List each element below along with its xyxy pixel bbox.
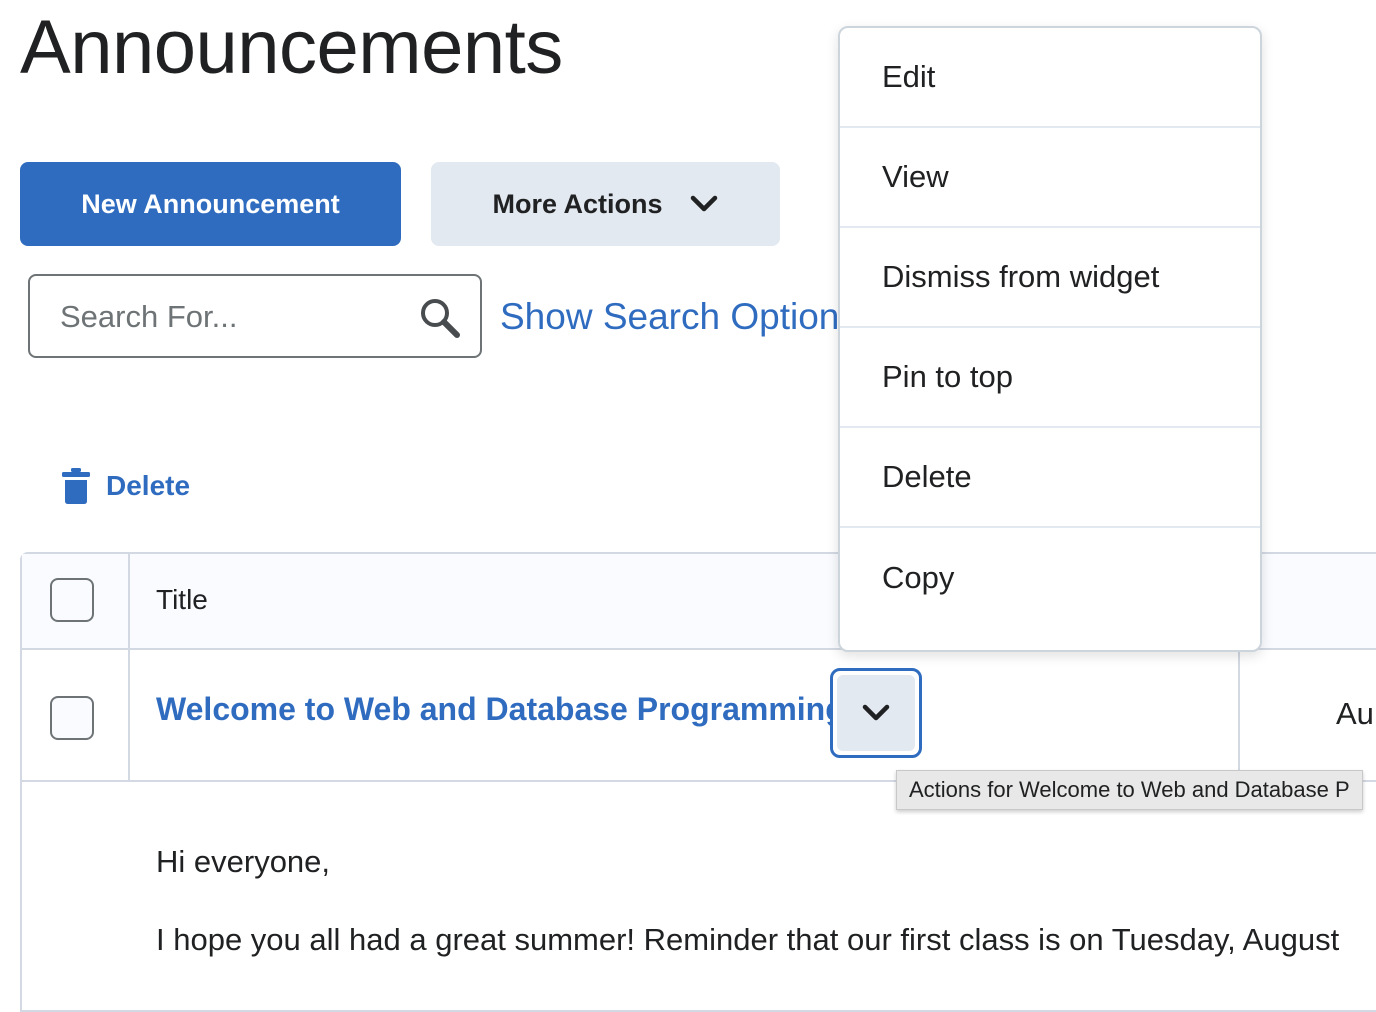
menu-item-pin-to-top[interactable]: Pin to top [840, 328, 1260, 428]
announcement-body-line: I hope you all had a great summer! Remin… [156, 922, 1340, 957]
menu-item-edit[interactable]: Edit [840, 28, 1260, 128]
announcement-date: Au [1336, 696, 1374, 731]
announcement-actions-button[interactable] [830, 668, 922, 758]
actions-tooltip: Actions for Welcome to Web and Database … [896, 770, 1363, 810]
more-actions-button[interactable]: More Actions [431, 162, 780, 246]
column-divider [128, 554, 130, 782]
select-all-checkbox[interactable] [50, 578, 94, 622]
menu-item-view[interactable]: View [840, 128, 1260, 228]
bulk-delete-button[interactable]: Delete [62, 468, 190, 504]
announcement-greeting: Hi everyone, [156, 844, 331, 879]
show-search-options-link[interactable]: Show Search Options [500, 294, 845, 340]
announcement-actions-button-face [837, 675, 915, 751]
search-box [28, 274, 482, 358]
search-icon[interactable] [418, 296, 462, 340]
page-title: Announcements [20, 5, 563, 90]
more-actions-label: More Actions [492, 188, 663, 219]
menu-item-copy[interactable]: Copy [840, 528, 1260, 628]
trash-icon [62, 468, 90, 504]
menu-item-delete[interactable]: Delete [840, 428, 1260, 528]
new-announcement-button[interactable]: New Announcement [20, 162, 401, 246]
menu-item-dismiss-from-widget[interactable]: Dismiss from widget [840, 228, 1260, 328]
row-checkbox[interactable] [50, 696, 94, 740]
search-input[interactable] [60, 294, 400, 340]
chevron-down-icon [690, 195, 717, 212]
column-divider [1238, 650, 1240, 782]
chevron-down-icon [862, 704, 890, 721]
actions-dropdown-menu: Edit View Dismiss from widget Pin to top… [838, 26, 1262, 652]
announcement-title-link[interactable]: Welcome to Web and Database Programming! [156, 691, 855, 728]
column-header-title[interactable]: Title [156, 584, 208, 616]
new-announcement-label: New Announcement [81, 188, 340, 219]
bulk-delete-label: Delete [106, 470, 191, 501]
